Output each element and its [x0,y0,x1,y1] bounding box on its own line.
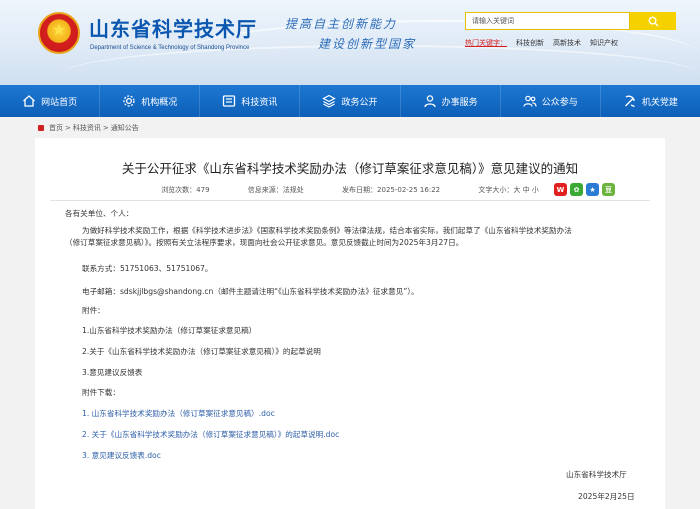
gear-icon [123,95,135,107]
national-emblem-icon [38,12,80,54]
hot-keyword-link[interactable]: 科技创新 [516,38,544,48]
info-source: 信息来源：法规处 [247,186,304,194]
article-panel: 关于公开征求《山东省科学技术奖励办法（修订草案征求意见稿）》意见建议的通知 浏览… [35,138,665,509]
people-icon [523,95,537,107]
divider [50,200,650,201]
search-button[interactable] [630,12,676,30]
body-paragraph-line2: （修订草案征求意见稿）》。按照有关立法程序要求，现面向社会公开征求意见。意见反馈… [65,238,464,247]
nav-label: 政务公开 [341,97,378,108]
font-size-switcher[interactable]: 文字大小：大 中 小 [478,186,538,194]
download-link[interactable]: 1. 山东省科学技术奖励办法（修订草案征求意见稿）.doc [82,408,275,419]
download-link[interactable]: 2. 关于《山东省科学技术奖励办法（修订草案征求意见稿）》的起草说明.doc [82,429,339,440]
site-header: 山东省科学技术厅 Department of Science & Technol… [0,0,700,85]
breadcrumb-separator: > [65,124,71,132]
sign-date: 2025年2月25日 [578,492,635,501]
main-nav: 网站首页 机构概况 科技资讯 政务公开 办事服务 公众参与 机关党建 [0,85,700,117]
nav-label: 机关党建 [641,97,678,108]
downloads-label: 附件下载： [82,388,120,397]
nav-item-party[interactable]: 机关党建 [601,85,700,117]
nav-item-public[interactable]: 政务公开 [300,85,401,117]
breadcrumb-home[interactable]: 首页 [49,123,63,133]
layers-icon [322,94,337,108]
view-count: 浏览次数：479 [161,186,210,194]
nav-label: 科技资讯 [241,97,278,108]
share-bar: W ✿ ★ 豆 [554,183,615,196]
breadcrumb: 首页 > 科技资讯 > 通知公告 [38,123,139,133]
attachment-item: 2.关于《山东省科学技术奖励办法（修订草案征求意见稿）》的起草说明 [82,347,321,356]
contact-phone: 联系方式：51751063、51751067。 [82,264,213,273]
nav-label: 机构概况 [141,97,178,108]
douban-share-icon[interactable]: 豆 [602,183,615,196]
breadcrumb-separator: > [102,124,109,132]
hot-keywords-label: 热门关键字： [465,39,507,47]
nav-label: 办事服务 [441,97,478,108]
attachment-item: 3.意见建议反馈表 [82,368,143,377]
article-title: 关于公开征求《山东省科学技术奖励办法（修订草案征求意见稿）》意见建议的通知 [121,161,579,176]
attachments-label: 附件： [82,306,105,315]
greeting: 各有关单位、个人： [65,209,134,218]
party-icon [624,95,635,108]
nav-label: 公众参与 [541,97,578,108]
nav-item-news[interactable]: 科技资讯 [200,85,301,117]
service-icon [423,95,436,108]
publish-date: 发布日期：2025-02-25 16:22 [342,186,441,194]
nav-label: 网站首页 [41,97,78,108]
hot-keyword-link[interactable]: 知识产权 [590,38,618,48]
hot-keywords: 热门关键字： 科技创新 高新技术 知识产权 [465,38,618,48]
home-icon [23,95,35,107]
attachment-item: 1.山东省科学技术奖励办法（修订草案征求意见稿） [82,326,257,335]
nav-item-about[interactable]: 机构概况 [100,85,201,117]
info-icon [223,95,236,107]
signer: 山东省科学技术厅 [566,470,627,479]
breadcrumb-section[interactable]: 科技资讯 [73,123,101,133]
site-title[interactable]: 山东省科学技术厅 [89,13,257,42]
breadcrumb-current[interactable]: 通知公告 [111,123,139,133]
slogan-line2: 建设创新型国家 [318,37,417,51]
location-icon [38,125,44,131]
contact-email: 电子邮箱：sdskjjlbgs@shandong.cn（邮件主题请注明“《山东省… [82,287,419,296]
qzone-share-icon[interactable]: ★ [586,183,599,196]
search-input[interactable]: 请输入关键词 [465,12,630,30]
hot-keyword-link[interactable]: 高新技术 [553,38,581,48]
slogan-line1: 提高自主创新能力 [285,17,398,31]
site-subtitle: Department of Science & Technology of Sh… [90,45,250,51]
nav-item-home[interactable]: 网站首页 [0,85,101,117]
body-paragraph-line1: 为做好科学技术奖励工作，根据《科学技术进步法》《国家科学技术奖励条例》等法律法规… [82,226,572,235]
weibo-share-icon[interactable]: W [554,183,567,196]
wechat-share-icon[interactable]: ✿ [570,183,583,196]
nav-item-services[interactable]: 办事服务 [401,85,501,117]
download-link[interactable]: 3. 意见建议反馈表.doc [82,450,161,461]
search-icon [648,16,659,27]
nav-item-participation[interactable]: 公众参与 [501,85,601,117]
